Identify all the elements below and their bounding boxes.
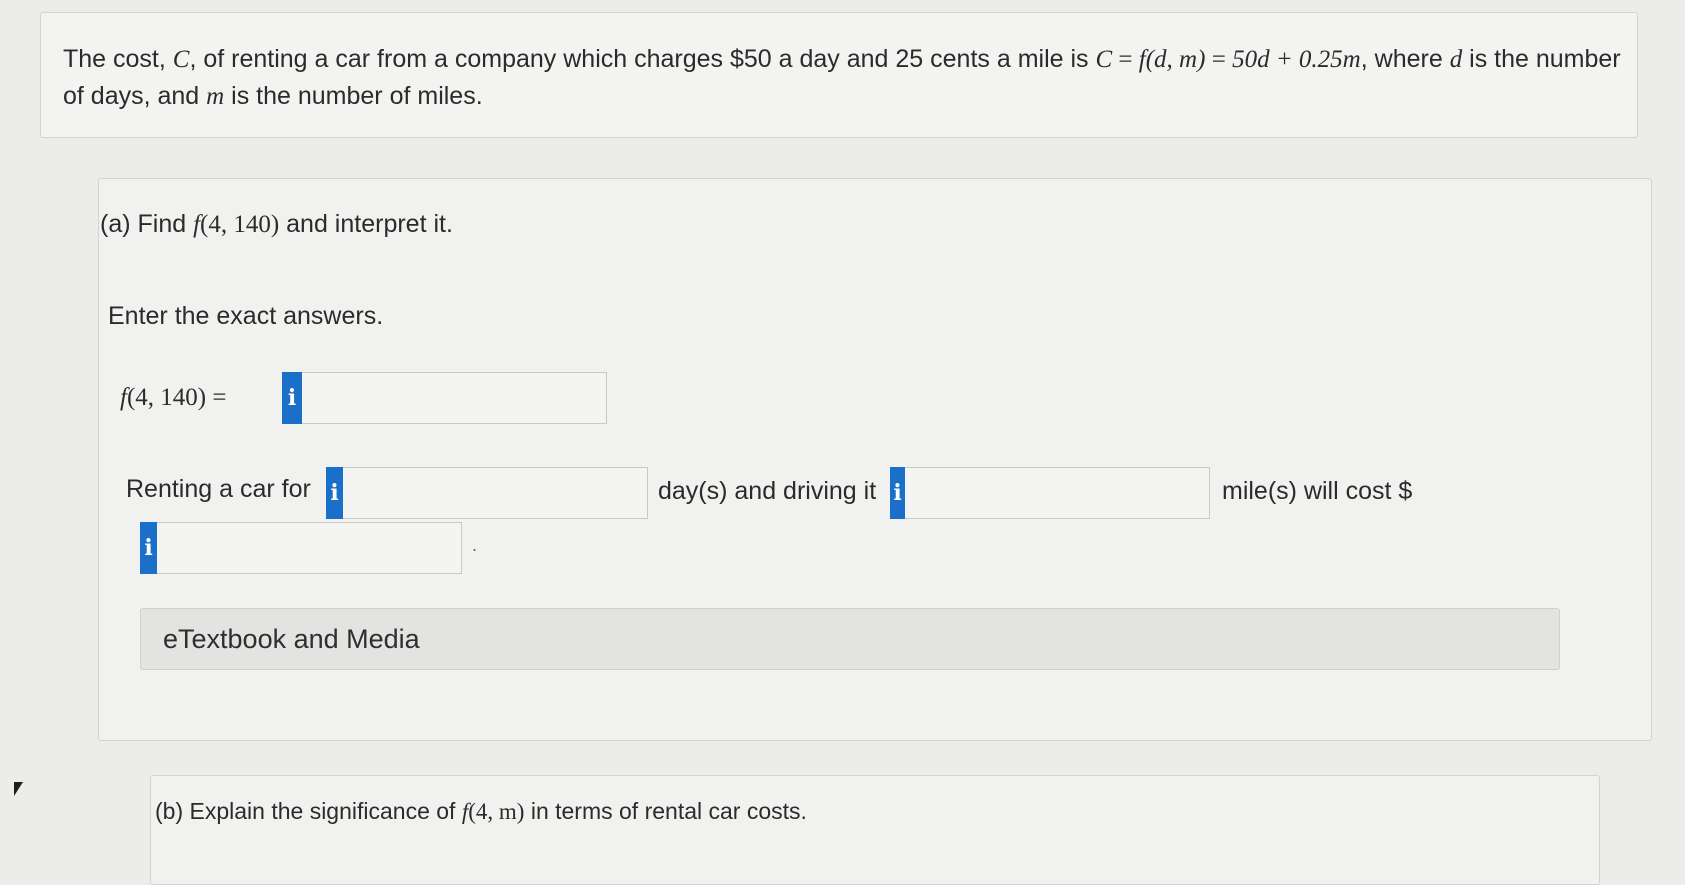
cost-field: i [140, 522, 462, 574]
info-icon[interactable]: i [282, 372, 302, 424]
days-input[interactable] [343, 467, 648, 519]
variable-c: C [172, 46, 190, 73]
statement-text: , of renting a car from a company which … [189, 45, 1096, 73]
sentence-part-1: Renting a car for [126, 475, 311, 503]
cost-formula: C = f(d, m) = 50d + 0.25m [1095, 46, 1361, 73]
problem-statement: The cost, C, of renting a car from a com… [63, 41, 1623, 115]
statement-text: The cost, [63, 45, 173, 73]
sentence-period: . [472, 535, 478, 555]
sentence-part-2: day(s) and driving it [658, 477, 877, 505]
statement-text: is the number of miles. [224, 82, 483, 110]
f-value-field: i [282, 372, 607, 424]
instructions-text: Enter the exact answers. [108, 302, 384, 330]
miles-input[interactable] [905, 467, 1210, 519]
f-value-input[interactable] [302, 372, 607, 424]
info-icon[interactable]: i [890, 467, 905, 519]
part-b-question: (b) Explain the significance of f(4, m) … [155, 798, 807, 824]
variable-d: d [1449, 46, 1463, 73]
info-icon[interactable]: i [326, 467, 343, 519]
statement-text: , where [1360, 45, 1450, 73]
info-icon[interactable]: i [140, 522, 157, 574]
part-a-question: (a) Find f(4, 140) and interpret it. [100, 210, 453, 238]
sentence-part-3: mile(s) will cost $ [1222, 477, 1413, 505]
variable-m: m [206, 83, 225, 110]
problem-statement-card: The cost, C, of renting a car from a com… [40, 12, 1638, 138]
cost-input[interactable] [157, 522, 462, 574]
mouse-pointer-icon [14, 782, 23, 796]
part-b-card [150, 775, 1600, 885]
etextbook-media-label: eTextbook and Media [163, 624, 420, 654]
f-value-label: f(4, 140) = [120, 384, 227, 411]
etextbook-media-toggle[interactable]: eTextbook and Media [140, 608, 1560, 670]
days-field: i [326, 467, 648, 519]
miles-field: i [890, 467, 1210, 519]
